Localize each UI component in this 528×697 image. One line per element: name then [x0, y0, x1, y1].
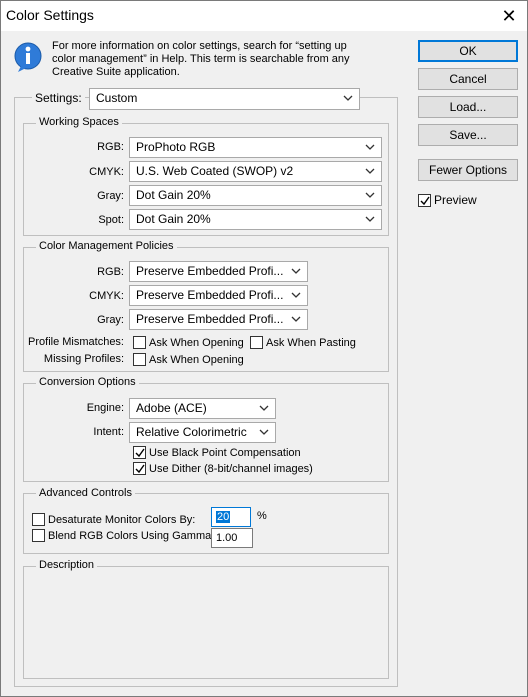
- policies-title: Color Management Policies: [36, 240, 177, 253]
- missing-profiles-label: Missing Profiles:: [43, 353, 124, 365]
- pol-rgb-dropdown[interactable]: Preserve Embedded Profi...: [129, 261, 308, 282]
- settings-value: Custom: [96, 91, 138, 105]
- chevron-down-icon: [291, 292, 301, 298]
- ask-when-opening-checkbox[interactable]: [133, 336, 146, 349]
- close-icon[interactable]: ✕: [497, 4, 521, 28]
- checkmark-icon: [420, 196, 430, 206]
- working-spaces-title: Working Spaces: [36, 116, 122, 129]
- desaturate-label: Desaturate Monitor Colors By:: [48, 514, 196, 526]
- chevron-down-icon: [291, 316, 301, 322]
- use-dither-label: Use Dither (8-bit/channel images): [149, 463, 313, 475]
- ws-cmyk-dropdown[interactable]: U.S. Web Coated (SWOP) v2: [129, 161, 382, 182]
- engine-label: Engine:: [86, 402, 124, 414]
- ws-spot-dropdown[interactable]: Dot Gain 20%: [129, 209, 382, 230]
- ws-spot-label: Spot:: [98, 214, 124, 226]
- load-button[interactable]: Load...: [418, 96, 518, 118]
- advanced-title: Advanced Controls: [36, 487, 135, 500]
- pol-cmyk-value: Preserve Embedded Profi...: [136, 288, 284, 302]
- chevron-down-icon: [259, 429, 269, 435]
- info-icon: [14, 42, 42, 72]
- black-point-compensation-checkbox[interactable]: [133, 446, 146, 459]
- ws-cmyk-value: U.S. Web Coated (SWOP) v2: [136, 164, 294, 178]
- gamma-value: 1.00: [216, 532, 238, 544]
- chevron-down-icon: [365, 144, 375, 150]
- missing-ask-when-opening-checkbox[interactable]: [133, 353, 146, 366]
- cancel-button[interactable]: Cancel: [418, 68, 518, 90]
- checkmark-icon: [135, 448, 145, 458]
- fewer-options-button[interactable]: Fewer Options: [418, 159, 518, 181]
- conversion-title: Conversion Options: [36, 376, 139, 389]
- desaturate-value: 20: [216, 511, 231, 523]
- chevron-down-icon: [259, 405, 269, 411]
- info-text: For more information on color settings, …: [52, 40, 350, 78]
- preview-label: Preview: [434, 193, 477, 207]
- ws-gray-dropdown[interactable]: Dot Gain 20%: [129, 185, 382, 206]
- ask-when-pasting-label: Ask When Pasting: [266, 337, 356, 349]
- ws-rgb-label: RGB:: [97, 141, 124, 153]
- settings-dropdown[interactable]: Custom: [89, 88, 360, 110]
- pol-gray-value: Preserve Embedded Profi...: [136, 312, 284, 326]
- ok-button[interactable]: OK: [418, 40, 518, 62]
- pol-gray-label: Gray:: [97, 314, 124, 326]
- color-settings-dialog: Color Settings ✕ For more information on…: [0, 0, 528, 697]
- chevron-down-icon: [365, 216, 375, 222]
- black-point-compensation-label: Use Black Point Compensation: [149, 447, 301, 459]
- description-title: Description: [36, 559, 98, 572]
- ws-rgb-dropdown[interactable]: ProPhoto RGB: [129, 137, 382, 158]
- intent-label: Intent:: [93, 426, 124, 438]
- preview-checkbox[interactable]: [418, 194, 431, 207]
- chevron-down-icon: [291, 268, 301, 274]
- profile-mismatches-label: Profile Mismatches:: [28, 336, 124, 348]
- pol-cmyk-dropdown[interactable]: Preserve Embedded Profi...: [129, 285, 308, 306]
- ws-cmyk-label: CMYK:: [89, 166, 124, 178]
- chevron-down-icon: [365, 168, 375, 174]
- pol-cmyk-label: CMYK:: [89, 290, 124, 302]
- engine-value: Adobe (ACE): [136, 401, 207, 415]
- intent-dropdown[interactable]: Relative Colorimetric: [129, 422, 276, 443]
- chevron-down-icon: [343, 95, 353, 101]
- missing-ask-when-opening-label: Ask When Opening: [149, 354, 244, 366]
- pol-rgb-label: RGB:: [97, 266, 124, 278]
- blend-gamma-label: Blend RGB Colors Using Gamma:: [48, 530, 215, 542]
- percent-label: %: [257, 510, 267, 522]
- ask-when-pasting-checkbox[interactable]: [250, 336, 263, 349]
- ws-rgb-value: ProPhoto RGB: [136, 140, 216, 154]
- gamma-input[interactable]: 1.00: [211, 528, 253, 548]
- titlebar: Color Settings ✕: [1, 1, 527, 31]
- blend-gamma-checkbox[interactable]: [32, 529, 45, 542]
- window-title: Color Settings: [6, 7, 94, 23]
- desaturate-input[interactable]: 20: [211, 507, 251, 527]
- description-group: [23, 566, 389, 679]
- ws-spot-value: Dot Gain 20%: [136, 212, 211, 226]
- desaturate-checkbox[interactable]: [32, 513, 45, 526]
- chevron-down-icon: [365, 192, 375, 198]
- ws-gray-label: Gray:: [97, 190, 124, 202]
- checkmark-icon: [135, 464, 145, 474]
- use-dither-checkbox[interactable]: [133, 462, 146, 475]
- settings-label: Settings:: [32, 91, 85, 106]
- ws-gray-value: Dot Gain 20%: [136, 188, 211, 202]
- save-button[interactable]: Save...: [418, 124, 518, 146]
- pol-rgb-value: Preserve Embedded Profi...: [136, 264, 284, 278]
- intent-value: Relative Colorimetric: [136, 425, 247, 439]
- engine-dropdown[interactable]: Adobe (ACE): [129, 398, 276, 419]
- pol-gray-dropdown[interactable]: Preserve Embedded Profi...: [129, 309, 308, 330]
- ask-when-opening-label: Ask When Opening: [149, 337, 244, 349]
